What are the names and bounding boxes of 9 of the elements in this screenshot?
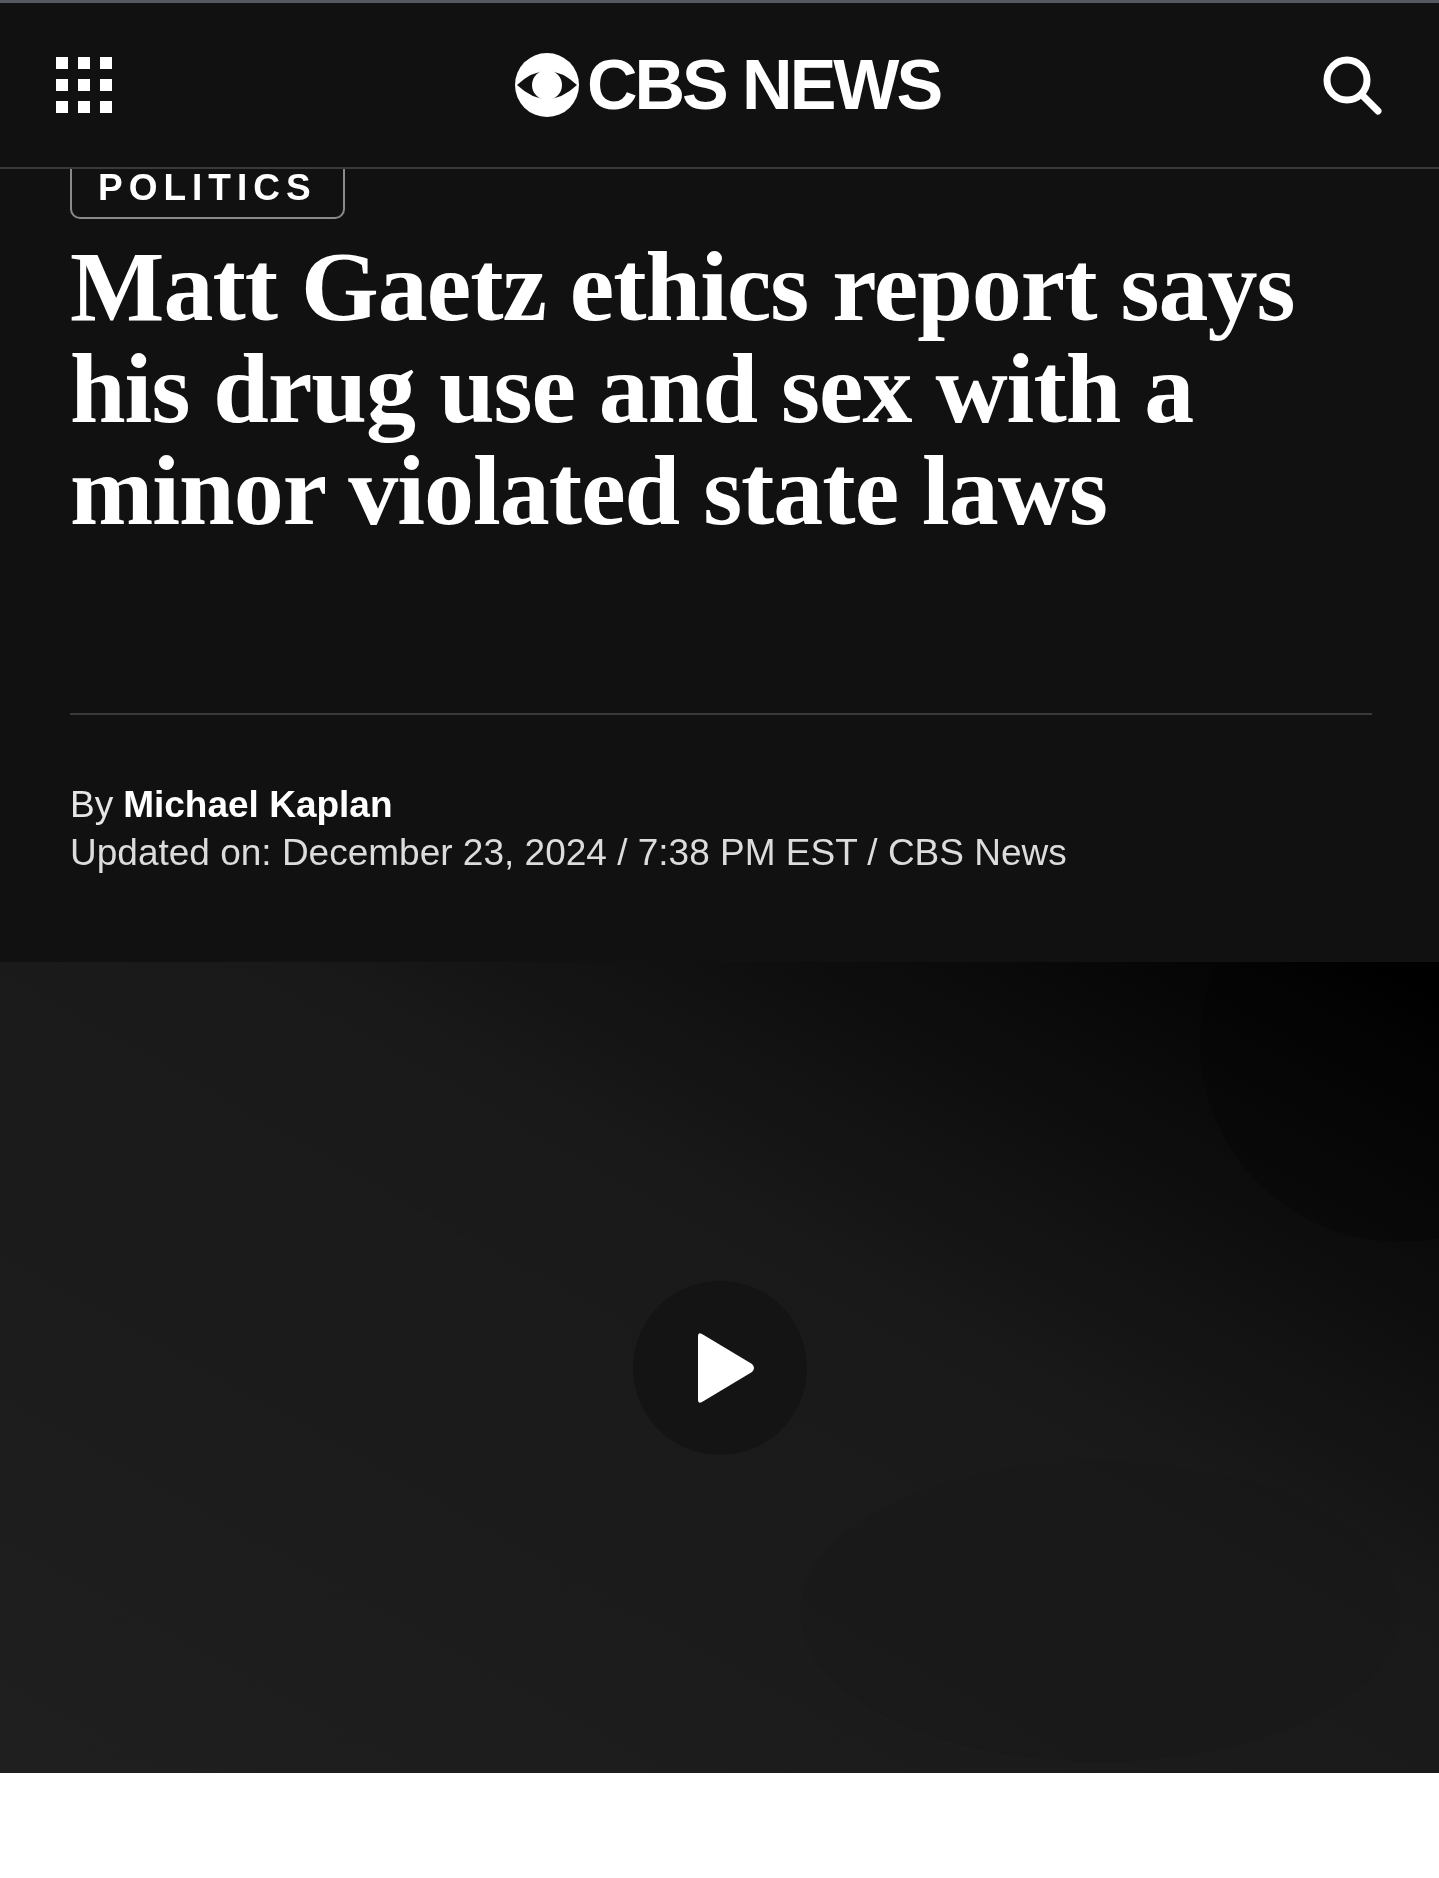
author-link[interactable]: Michael Kaplan <box>123 784 393 826</box>
search-icon[interactable] <box>1321 54 1383 116</box>
updated-timestamp: Updated on: December 23, 2024 / 7:38 PM EST / CBS News <box>70 832 1067 874</box>
byline-prefix: By <box>70 784 114 826</box>
menu-icon[interactable] <box>56 57 112 113</box>
eye-logo-icon <box>512 51 581 119</box>
category-tag[interactable]: POLITICS <box>70 169 345 219</box>
headline: Matt Gaetz ethics report says his drug use and sex with a minor violated state laws <box>70 236 1296 542</box>
logo-text[interactable]: CBS NEWS <box>586 50 941 120</box>
